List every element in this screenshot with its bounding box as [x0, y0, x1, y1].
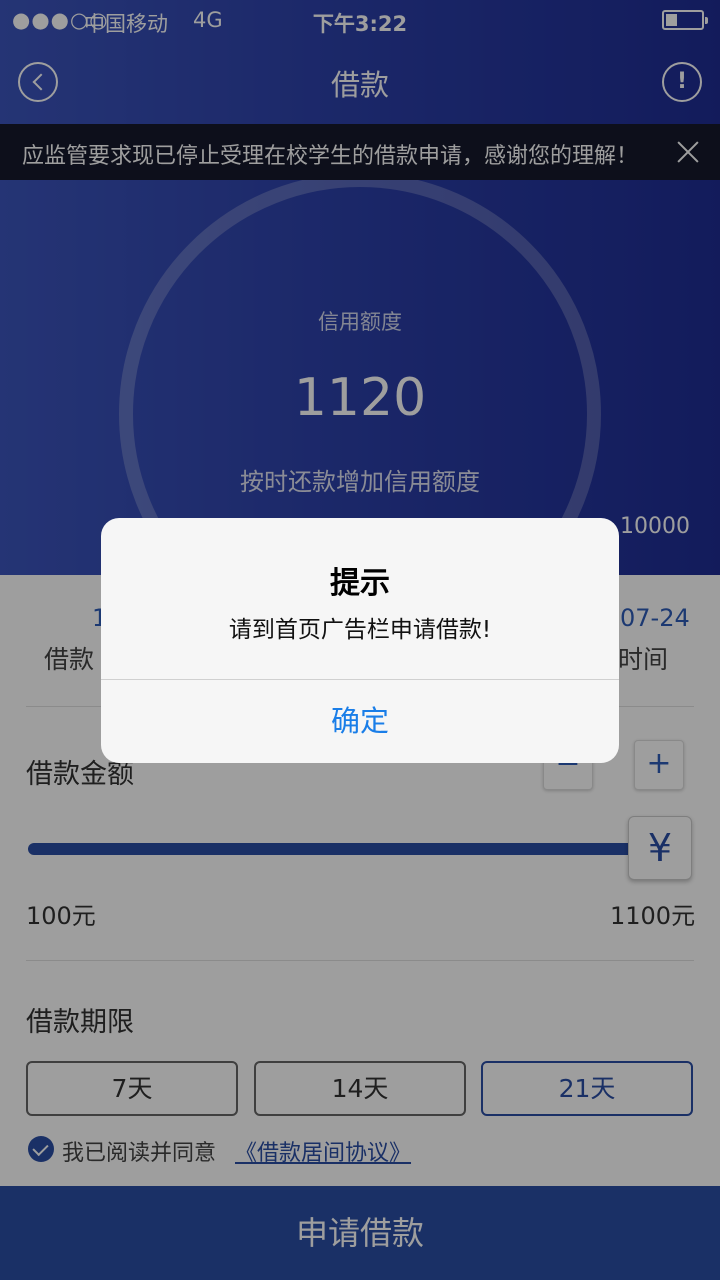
dialog-title: 提示 — [330, 566, 390, 601]
alert-dialog: 提示 请到首页广告栏申请借款! 确定 — [101, 518, 619, 763]
dialog-message: 请到首页广告栏申请借款! — [228, 617, 492, 643]
dialog-confirm-button[interactable]: 确定 — [101, 680, 619, 763]
